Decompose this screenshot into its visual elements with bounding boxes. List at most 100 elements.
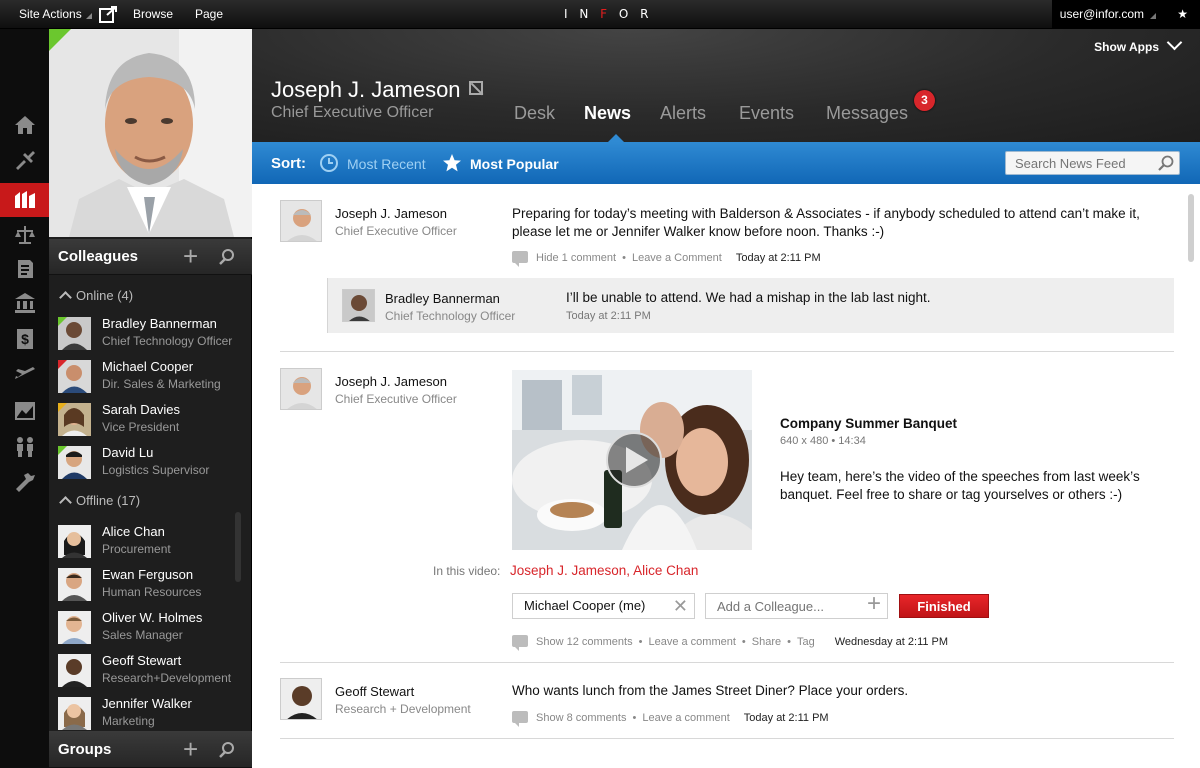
- colleague-item[interactable]: Alice Chan Procurement: [58, 522, 238, 562]
- clock-icon: [320, 154, 338, 172]
- add-group-button[interactable]: +: [183, 735, 198, 763]
- colleague-list-scrollbar[interactable]: [235, 512, 241, 582]
- remove-tag-icon[interactable]: ✕: [673, 594, 688, 618]
- sort-most-popular[interactable]: Most Popular: [470, 156, 559, 172]
- online-group-toggle[interactable]: Online (4): [57, 288, 134, 304]
- tag-link[interactable]: Tag: [797, 636, 815, 648]
- site-actions-menu[interactable]: Site Actions: [19, 0, 92, 29]
- sort-label: Sort:: [271, 155, 306, 172]
- comment-icon: [512, 635, 528, 651]
- colleague-item[interactable]: Jennifer Walker Marketing: [58, 694, 238, 734]
- dollar-icon[interactable]: $: [0, 323, 49, 355]
- search-icon[interactable]: [1158, 155, 1174, 171]
- tools-icon[interactable]: [0, 145, 49, 177]
- document-icon[interactable]: [0, 253, 49, 285]
- plane-icon[interactable]: [0, 359, 49, 391]
- show-apps-button[interactable]: Show Apps: [1094, 34, 1183, 54]
- comment-author[interactable]: Bradley Bannerman: [385, 291, 500, 306]
- sort-most-recent[interactable]: Most Recent: [347, 156, 426, 172]
- avatar[interactable]: [280, 368, 322, 410]
- add-colleague-input[interactable]: [706, 594, 856, 618]
- tab-events[interactable]: Events: [739, 103, 794, 124]
- caret-icon: [1150, 13, 1156, 19]
- colleague-item[interactable]: Michael Cooper Dir. Sales & Marketing: [58, 357, 238, 397]
- online-group-label: Online (4): [76, 288, 134, 303]
- avatar: [58, 403, 91, 436]
- colleague-role: Marketing: [102, 714, 155, 728]
- video-title[interactable]: Company Summer Banquet: [780, 416, 957, 431]
- browse-menu[interactable]: Browse: [133, 0, 173, 29]
- avatar: [58, 611, 91, 644]
- tagged-people[interactable]: Joseph J. Jameson, Alice Chan: [510, 563, 698, 578]
- favorites-star-icon[interactable]: ★: [1177, 0, 1188, 29]
- colleague-item[interactable]: Bradley Bannerman Chief Technology Offic…: [58, 314, 238, 354]
- search-colleagues-icon[interactable]: [219, 249, 235, 265]
- colleague-name: Oliver W. Holmes: [102, 610, 203, 625]
- bank-icon[interactable]: [0, 287, 49, 319]
- comment-text: I’ll be unable to attend. We had a misha…: [566, 290, 931, 305]
- user-email: user@infor.com: [1059, 7, 1144, 21]
- tab-alerts[interactable]: Alerts: [660, 103, 706, 124]
- add-colleague-field: +: [705, 590, 888, 619]
- colleague-name: Bradley Bannerman: [102, 316, 217, 331]
- colleague-item[interactable]: Oliver W. Holmes Sales Manager: [58, 608, 238, 648]
- video-frame-image: [512, 370, 752, 550]
- comment: Bradley Bannerman Chief Technology Offic…: [327, 278, 1174, 333]
- user-menu[interactable]: user@infor.com: [1060, 0, 1156, 29]
- show-comments-link[interactable]: Show 12 comments: [536, 636, 633, 648]
- colleague-role: Logistics Supervisor: [102, 463, 210, 477]
- star-icon: [443, 154, 461, 172]
- search-groups-icon[interactable]: [219, 742, 235, 758]
- chart-icon[interactable]: [0, 395, 49, 427]
- offline-group-toggle[interactable]: Offline (17): [57, 493, 140, 509]
- news-search-input[interactable]: [1006, 152, 1151, 174]
- colleague-role: Procurement: [102, 542, 171, 556]
- post-actions: Show 8 comments • Leave a comment Today at …: [512, 711, 829, 727]
- video-meta: 640 x 480 • 14:34: [780, 435, 866, 447]
- share-link[interactable]: Share: [752, 636, 781, 648]
- share-button[interactable]: [99, 5, 119, 23]
- tab-news[interactable]: News: [584, 103, 631, 124]
- tab-desk[interactable]: Desk: [514, 103, 555, 124]
- home-icon[interactable]: [0, 109, 49, 141]
- news-search: [1005, 151, 1180, 175]
- balance-icon[interactable]: [0, 219, 49, 251]
- leave-comment-link[interactable]: Leave a comment: [648, 636, 735, 648]
- app-rail: $: [0, 29, 49, 768]
- colleague-item[interactable]: Sarah Davies Vice President: [58, 400, 238, 440]
- tab-messages[interactable]: Messages: [826, 103, 908, 124]
- colleague-item[interactable]: David Lu Logistics Supervisor: [58, 443, 238, 483]
- video-thumbnail[interactable]: [512, 370, 752, 550]
- leave-comment-link[interactable]: Leave a comment: [642, 712, 729, 724]
- profile-header: Show Apps Joseph J. Jameson Chief Execut…: [252, 29, 1200, 142]
- people-icon[interactable]: [0, 431, 49, 463]
- colleague-role: Human Resources: [102, 585, 202, 599]
- colleague-name: Alice Chan: [102, 524, 165, 539]
- finished-button[interactable]: Finished: [899, 594, 989, 618]
- colleague-item[interactable]: Geoff Stewart Research+Development: [58, 651, 238, 691]
- comment-icon: [512, 251, 528, 267]
- wrench-icon[interactable]: [0, 467, 49, 499]
- post-actions: Hide 1 comment • Leave a Comment Today at 2…: [512, 251, 821, 267]
- hide-comments-link[interactable]: Hide 1 comment: [536, 252, 616, 264]
- online-status-flag: [58, 446, 67, 455]
- page-menu[interactable]: Page: [195, 0, 223, 29]
- avatar[interactable]: [342, 289, 375, 322]
- profile-photo[interactable]: [49, 29, 252, 237]
- feed-scrollbar[interactable]: [1188, 194, 1194, 262]
- avatar[interactable]: [280, 678, 322, 720]
- add-colleague-button[interactable]: +: [183, 242, 198, 270]
- avatar[interactable]: [280, 200, 322, 242]
- avatar: [58, 360, 91, 393]
- post-author[interactable]: Geoff Stewart: [335, 684, 414, 699]
- colleague-item[interactable]: Ewan Ferguson Human Resources: [58, 565, 238, 605]
- building-icon[interactable]: [0, 183, 49, 217]
- post-author[interactable]: Joseph J. Jameson: [335, 374, 447, 389]
- leave-comment-link[interactable]: Leave a Comment: [632, 252, 722, 264]
- add-icon[interactable]: +: [867, 590, 881, 618]
- edit-profile-icon[interactable]: [468, 81, 483, 95]
- show-comments-link[interactable]: Show 8 comments: [536, 712, 626, 724]
- caret-icon: [85, 13, 92, 19]
- post-author[interactable]: Joseph J. Jameson: [335, 206, 447, 221]
- post-divider: [280, 738, 1174, 739]
